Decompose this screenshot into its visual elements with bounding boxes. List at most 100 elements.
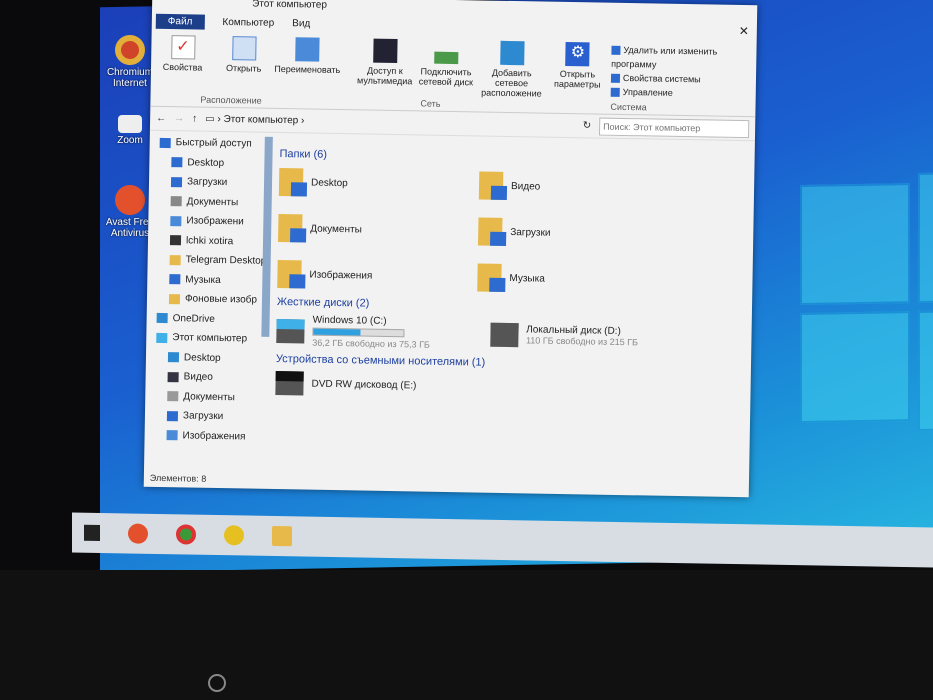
close-icon[interactable]: ✕ (739, 24, 749, 38)
nav-item-icon (171, 157, 183, 168)
tab-view[interactable]: Вид (292, 18, 310, 29)
drive-c[interactable]: Windows 10 (C:) 36,2 ГБ свободно из 75,3 … (276, 314, 430, 350)
window-title: Этот компьютер (252, 0, 328, 11)
nav-item[interactable]: Этот компьютер (152, 328, 266, 349)
up-icon[interactable]: ↑ (192, 113, 197, 124)
status-bar: Элементов: 8 (149, 472, 207, 484)
nav-item-icon (156, 332, 168, 343)
refresh-icon[interactable]: ↻ (583, 120, 592, 131)
open-settings-button[interactable]: ⚙ Открыть параметры (550, 41, 606, 90)
navigation-pane: Быстрый доступ Desktop Загрузки Документы Из… (144, 133, 270, 455)
media-icon (373, 38, 398, 64)
nav-item[interactable]: Desktop (152, 347, 266, 368)
avast-icon (115, 185, 145, 215)
open-button[interactable]: Открыть (216, 36, 272, 74)
drive-e[interactable]: DVD RW дисковод (E:) (275, 370, 740, 403)
group-location-label: Расположение (200, 94, 262, 106)
taskbar-app-icon[interactable] (128, 523, 148, 544)
nav-item[interactable]: Видео (151, 367, 265, 388)
nav-item-icon (167, 371, 179, 383)
nav-item-icon (167, 391, 179, 402)
windows-drive-icon (276, 318, 305, 343)
nav-item[interactable]: OneDrive (152, 308, 266, 329)
nav-item[interactable]: lchki xotira (154, 230, 268, 251)
map-drive-button[interactable]: Подключить сетевой диск (418, 39, 474, 87)
add-network-location-button[interactable]: Добавить сетевое расположение (479, 40, 544, 99)
programs-icon (611, 45, 621, 56)
address-bar[interactable]: ▭ › Этот компьютер › (205, 114, 575, 131)
nav-item[interactable]: Загрузки (155, 172, 269, 193)
rename-icon (295, 37, 320, 62)
properties-button[interactable]: ✓ Свойства (155, 35, 211, 73)
folder-item[interactable]: Документы (278, 212, 479, 247)
folder-item[interactable]: Desktop (278, 166, 480, 201)
desktop-icon-zoom[interactable]: Zoom (104, 115, 156, 146)
nav-item[interactable]: Telegram Desktop (154, 250, 268, 271)
dvd-icon (275, 370, 304, 396)
folder-item[interactable]: Видео (478, 169, 680, 204)
nav-item[interactable]: Документы (155, 191, 269, 212)
drive-d[interactable]: Локальный диск (D:) 110 ГБ свободно из 21… (489, 318, 639, 354)
nav-item-icon (170, 196, 182, 207)
manage-link[interactable]: Управление (610, 85, 752, 101)
laptop-bezel (0, 570, 933, 700)
nav-item-icon (166, 430, 178, 441)
power-icon[interactable] (208, 674, 226, 692)
desktop-icon-chromium[interactable]: Chromium Internet (104, 35, 156, 89)
nav-item-icon (169, 254, 181, 266)
search-input[interactable] (598, 117, 750, 138)
nav-item[interactable]: Быстрый доступ (156, 133, 270, 154)
rename-button[interactable]: Переименовать (274, 37, 340, 75)
group-system-label: Система (610, 101, 647, 113)
nav-item[interactable]: Изображени (154, 211, 268, 232)
folder-icon (278, 167, 308, 197)
nav-item[interactable]: Документы (151, 386, 265, 407)
nav-item-icon (170, 176, 183, 188)
system-icon (610, 73, 621, 84)
media-access-button[interactable]: Доступ к мультимедиа (357, 38, 413, 86)
gear-icon: ⚙ (565, 41, 591, 67)
nav-item[interactable]: Музыка (153, 269, 267, 290)
forward-icon[interactable]: → (174, 113, 184, 124)
network-drive-icon (434, 51, 459, 65)
removable-header[interactable]: Устройства со съемными носителями (1) (276, 353, 741, 373)
nav-item-icon (167, 352, 180, 363)
nav-item-icon (168, 293, 181, 305)
nav-item-icon (156, 313, 168, 324)
nav-item[interactable]: Загрузки (151, 406, 265, 427)
tab-computer[interactable]: Компьютер (222, 16, 274, 28)
monitor-icon (499, 40, 525, 66)
drive-icon (489, 322, 519, 347)
zoom-icon (118, 115, 142, 133)
nav-item-icon (169, 235, 182, 246)
drive-usage-bar (312, 327, 405, 338)
nav-item[interactable]: Изображения (150, 425, 264, 446)
back-icon[interactable]: ← (156, 113, 166, 124)
chromium-icon (115, 35, 145, 65)
nav-item[interactable]: Фоновые изобр (153, 289, 267, 310)
chromium-taskbar-icon[interactable] (176, 524, 196, 545)
drives-header[interactable]: Жесткие диски (2) (277, 296, 742, 316)
tab-file[interactable]: Файл (155, 13, 205, 30)
folder-item[interactable]: Музыка (477, 261, 678, 296)
nav-item-icon (170, 215, 182, 227)
folder-icon (478, 171, 508, 200)
windows-logo-wallpaper (800, 141, 933, 465)
group-network-label: Сеть (420, 98, 441, 109)
open-icon (231, 36, 257, 61)
properties-icon: ✓ (170, 35, 196, 60)
nav-item-icon (166, 410, 179, 422)
folder-item[interactable]: Изображения (277, 258, 478, 293)
nav-item-icon (169, 274, 181, 285)
folder-icon (278, 213, 307, 243)
file-explorer-taskbar-icon[interactable] (272, 525, 292, 547)
folder-item[interactable]: Загрузки (478, 215, 679, 250)
nav-item-icon (159, 137, 171, 148)
uninstall-program-link[interactable]: Удалить или изменить программу (611, 43, 752, 73)
taskbar-app-icon[interactable] (224, 525, 244, 546)
manage-icon (610, 87, 620, 98)
start-button[interactable] (84, 524, 100, 541)
folder-icon (277, 259, 306, 289)
folders-header[interactable]: Папки (6) (279, 148, 744, 168)
nav-item[interactable]: Desktop (155, 152, 269, 173)
